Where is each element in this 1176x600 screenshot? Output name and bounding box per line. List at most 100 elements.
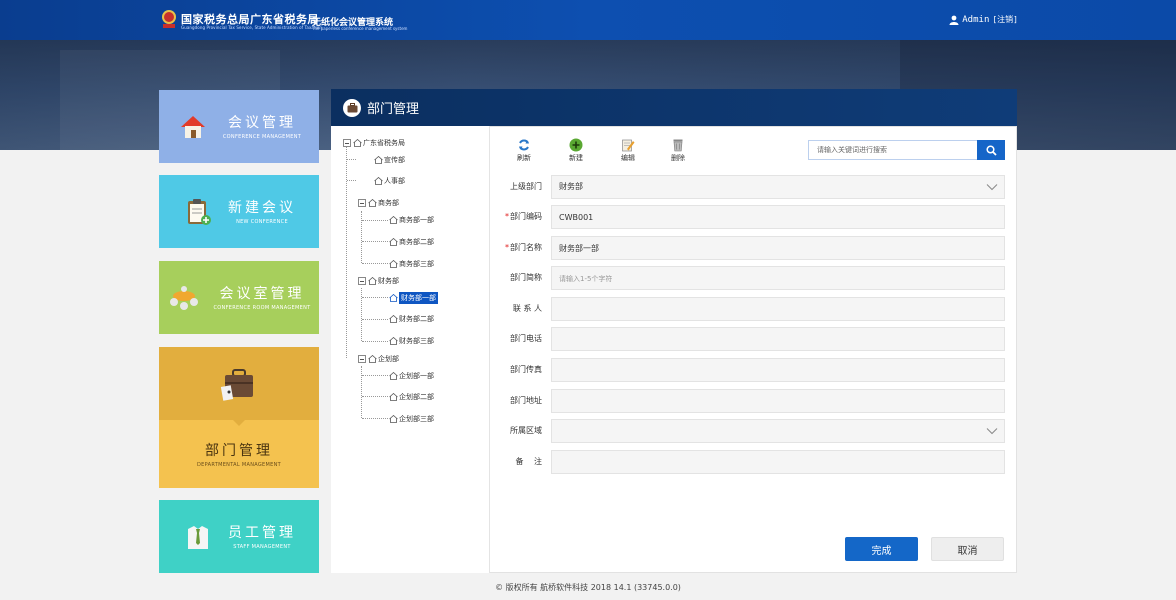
form-row-name: *部门名称 (500, 236, 1005, 260)
briefcase-icon (220, 368, 253, 401)
trash-icon (673, 139, 683, 152)
collapse-icon[interactable] (358, 355, 366, 363)
tree-node-label: 广东省税务局 (363, 139, 405, 147)
tree-node[interactable]: 企划部一部 (389, 371, 434, 381)
search-icon (985, 144, 997, 156)
tree-node[interactable]: 广东省税务局 (343, 138, 405, 148)
search-input[interactable] (808, 140, 977, 160)
note-input[interactable] (551, 450, 1005, 474)
home-outline-icon (374, 156, 383, 164)
tree-node-label: 人事部 (384, 177, 405, 185)
tree-node-label: 宣传部 (384, 156, 405, 164)
tree-node[interactable]: 宣传部 (374, 155, 405, 165)
user-box: Admin [注销] (949, 14, 1018, 25)
dept-code-input[interactable] (551, 205, 1005, 229)
nav-label-en: DEPARTMENTAL MANAGEMENT (197, 461, 281, 468)
chevron-down-icon (986, 184, 998, 191)
home-outline-icon (389, 260, 398, 268)
home-outline-icon (389, 315, 398, 323)
tree-node[interactable]: 人事部 (374, 176, 405, 186)
parent-dept-label: 上级部门 (510, 182, 542, 191)
collapse-icon[interactable] (358, 199, 366, 207)
cancel-button[interactable]: 取消 (931, 537, 1004, 561)
nav-label-en: CONFERENCE ROOM MANAGEMENT (213, 305, 311, 311)
phone-input[interactable] (551, 327, 1005, 351)
tree-node[interactable]: 企划部三部 (389, 414, 434, 424)
tree-node[interactable]: 财务部 (358, 276, 399, 286)
home-outline-icon (389, 337, 398, 345)
home-outline-icon (389, 415, 398, 423)
contact-label: 联 系 人 (512, 304, 542, 313)
contact-input[interactable] (551, 297, 1005, 321)
form-row-phone: 部门电话 (500, 327, 1005, 351)
dept-abbr-input[interactable] (551, 266, 1005, 290)
collapse-icon[interactable] (358, 277, 366, 285)
home-icon (180, 115, 205, 138)
clipboard-add-icon (188, 198, 211, 225)
search-box (808, 140, 1005, 160)
nav-label-en: STAFF MANAGEMENT (233, 544, 291, 550)
tree-node-selected[interactable]: 财务部一部 (389, 292, 438, 304)
form-row-region: 所属区域 (500, 419, 1005, 443)
nav-label: 会议室管理 (219, 286, 305, 302)
tree-node[interactable]: 商务部三部 (389, 259, 434, 269)
home-outline-icon (389, 216, 398, 224)
tree-node-label: 企划部三部 (399, 415, 434, 423)
nav-meeting-management[interactable]: 会议管理 CONFERENCE MANAGEMENT (159, 90, 319, 163)
tree-node[interactable]: 商务部二部 (389, 237, 434, 247)
refresh-label: 刷新 (517, 154, 531, 162)
region-select[interactable] (551, 419, 1005, 443)
form-row-parent: 上级部门 财务部 (500, 175, 1005, 199)
add-circle-icon (569, 138, 583, 152)
home-outline-icon (368, 277, 377, 285)
nav-room-management[interactable]: 会议室管理 CONFERENCE ROOM MANAGEMENT (159, 261, 319, 334)
collapse-icon[interactable] (343, 139, 351, 147)
fax-input[interactable] (551, 358, 1005, 382)
required-mark: * (505, 243, 509, 252)
tree-node[interactable]: 企划部 (358, 354, 399, 364)
dept-name-input[interactable] (551, 236, 1005, 260)
refresh-icon (519, 139, 529, 151)
nav-staff-management[interactable]: 员工管理 STAFF MANAGEMENT (159, 500, 319, 573)
home-outline-icon (389, 294, 398, 302)
tree-node[interactable]: 商务部 (358, 198, 399, 208)
tree-node[interactable]: 财务部三部 (389, 336, 434, 346)
phone-label: 部门电话 (510, 334, 542, 343)
nav-label: 部门管理 (204, 442, 273, 459)
new-label: 新建 (569, 154, 583, 162)
home-outline-icon (389, 372, 398, 380)
nav-new-meeting[interactable]: 新建会议 NEW CONFERENCE (159, 175, 319, 248)
logout-link[interactable]: [注销] (992, 14, 1018, 25)
tree-node[interactable]: 财务部二部 (389, 314, 434, 324)
edit-button[interactable]: 编辑 (617, 138, 639, 163)
nav-department-management[interactable]: 部门管理 DEPARTMENTAL MANAGEMENT (159, 347, 319, 488)
dept-abbr-label: 部门简称 (510, 273, 542, 282)
nav-label: 会议管理 (227, 115, 296, 131)
edit-label: 编辑 (621, 154, 635, 162)
parent-dept-select[interactable]: 财务部 (551, 175, 1005, 199)
tree-node[interactable]: 商务部一部 (389, 215, 434, 225)
address-input[interactable] (551, 389, 1005, 413)
form-row-note: 备 注 (500, 450, 1005, 474)
search-button[interactable] (977, 140, 1005, 160)
nav-label: 新建会议 (228, 200, 296, 216)
note-label: 备 注 (515, 457, 542, 466)
user-icon (949, 15, 959, 25)
refresh-button[interactable]: 刷新 (513, 138, 535, 163)
nav-label-en: CONFERENCE MANAGEMENT (222, 134, 302, 140)
new-button[interactable]: 新建 (565, 138, 587, 163)
tree-node-label: 商务部三部 (399, 260, 434, 268)
form-row-contact: 联 系 人 (500, 297, 1005, 321)
delete-button[interactable]: 删除 (667, 138, 689, 163)
fax-label: 部门传真 (510, 365, 542, 374)
form-row-address: 部门地址 (500, 389, 1005, 413)
dept-name-label: *部门名称 (505, 243, 542, 252)
briefcase-icon (343, 98, 361, 117)
tree-node[interactable]: 企划部二部 (389, 392, 434, 402)
footer-copyright: © 版权所有 航桥软件科技 2018 14.1 (33745.0.0) (495, 583, 681, 592)
home-outline-icon (389, 238, 398, 246)
top-header: 国家税务总局广东省税务局 Guangdong Provincial Tax Se… (0, 0, 1176, 40)
tree-node-label: 财务部 (378, 277, 399, 285)
home-outline-icon (368, 355, 377, 363)
done-button[interactable]: 完成 (845, 537, 918, 561)
